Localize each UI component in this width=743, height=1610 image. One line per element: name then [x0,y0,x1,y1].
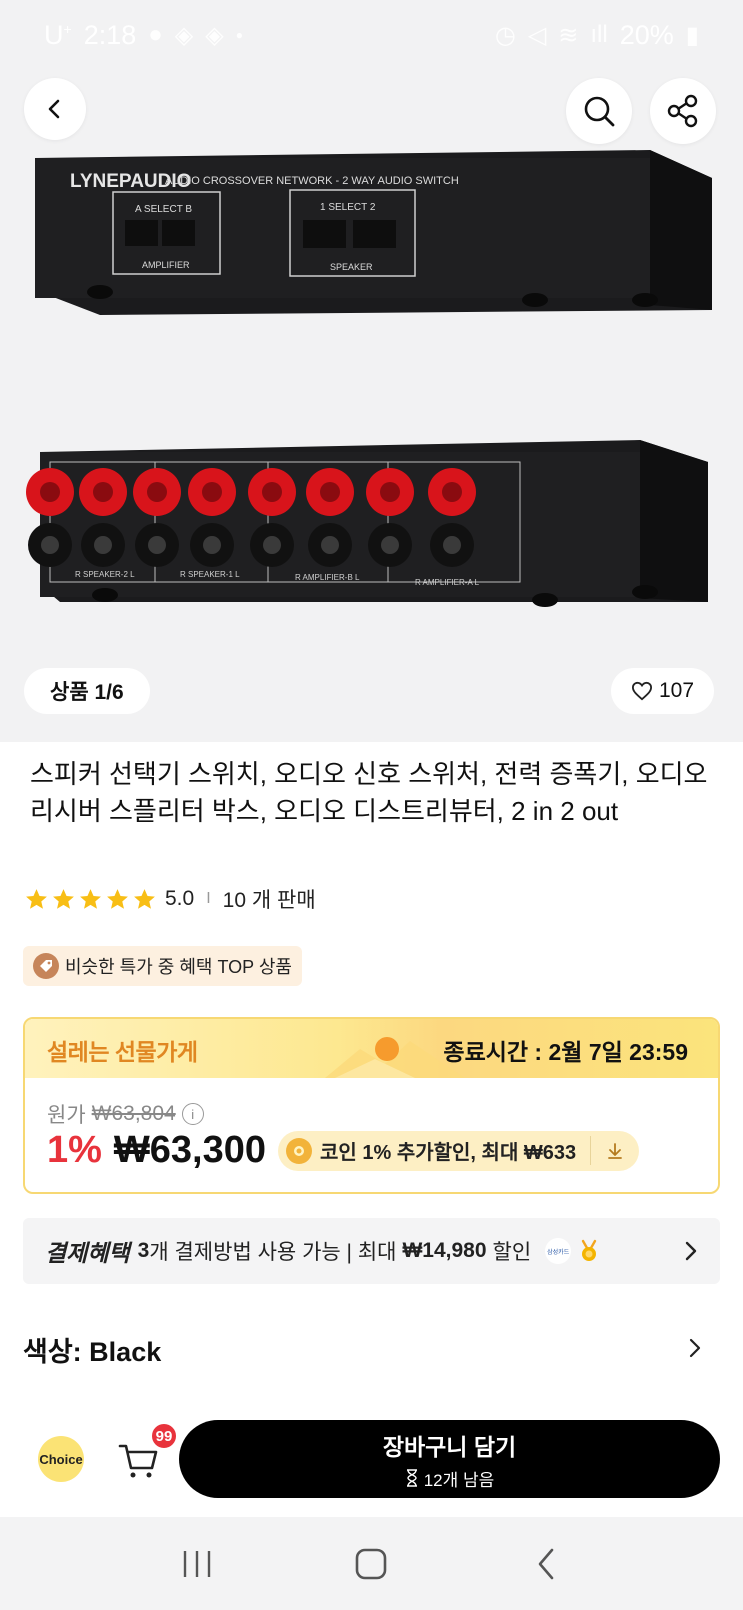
add-to-cart-label: 장바구니 담기 [382,1433,517,1460]
original-price: ₩63,804 [91,1102,176,1125]
carrier-label: U+ [44,19,72,50]
chat-icon: ● [148,21,163,48]
product-title: 스피커 선택기 스위치, 오디오 신호 스위처, 전력 증폭기, 오디오 리시버… [30,759,708,826]
share-icon [667,94,698,128]
promo-box: 설레는 선물가게 종료시간 : 2월 7일 23:59 원가 ₩63,804 i… [23,1017,720,1194]
home-icon [356,1548,387,1579]
system-back-button[interactable] [516,1534,576,1594]
original-price-label: 원가 [47,1104,86,1127]
benefit-tag-label: 비슷한 특가 중 혜택 TOP 상품 [65,957,292,977]
download-icon[interactable] [591,1141,639,1161]
layers-icon-2: ◈ [205,21,224,49]
amplifier-text: AMPLIFIER [142,260,190,270]
info-icon[interactable]: i [181,1103,204,1125]
speaker-text: SPEAKER [330,262,373,272]
payment-logos: 삼성카드 [545,1238,601,1264]
star-icon [80,888,101,909]
price-row: 1% ₩63,300 코인 1% 추가할인, 최대 ₩633 [47,1129,640,1172]
wifi-icon: ≋ [558,21,579,49]
image-counter: 상품 1/6 [24,668,150,714]
chevron-right-icon [685,1241,697,1261]
color-option[interactable]: 색상: Black [23,1330,720,1369]
star-icon [134,888,155,909]
star-icon [26,888,47,909]
promo-header: 설레는 선물가게 종료시간 : 2월 7일 23:59 [25,1019,718,1078]
stock-remaining: 12개 남음 [405,1466,495,1491]
clock: 2:18 [83,19,137,50]
wishlist-count: 107 [659,679,695,702]
rear-label-3: R AMPLIFIER-B L [295,573,360,582]
product-gallery[interactable]: U+ 2:18 ● ◈ ◈ ● ◷ ◁ ≋ ıll 20% ▮ LYNEPAUD… [0,0,743,742]
stock-remaining-label: 12개 남음 [423,1470,495,1490]
promo-end-time: 종료시간 : 2월 7일 23:59 [443,1039,688,1065]
benefit-tag: 비슷한 특가 중 혜택 TOP 상품 [23,946,302,986]
sold-count: 10 개 판매 [222,889,316,912]
original-price-row: 원가 ₩63,804 i [47,1099,204,1129]
search-button[interactable] [566,78,632,144]
notification-dot-icon: ● [235,28,243,42]
layers-icon: ◈ [174,21,194,49]
home-button[interactable] [341,1534,401,1594]
cart-count-badge: 99 [150,1422,178,1450]
recent-apps-icon [183,1550,211,1577]
samsung-card-logo: 삼성카드 [545,1238,572,1264]
chevron-left-icon [48,99,60,119]
tag-icon [33,953,59,979]
back-icon [538,1548,554,1579]
signal-icon: ıll [590,21,608,48]
payment-benefit-label: 결제혜택 [45,1240,130,1266]
rear-label-2: R SPEAKER-1 L [180,570,240,579]
back-button[interactable] [24,78,86,140]
wishlist-button[interactable]: 107 [611,668,715,714]
star-rating [24,887,157,912]
recent-apps-button[interactable] [167,1534,227,1594]
add-to-cart-button[interactable]: 장바구니 담기 12개 남음 [179,1420,720,1498]
star-icon [107,888,128,909]
coin-discount-button[interactable]: 코인 1% 추가할인, 최대 ₩633 [278,1130,640,1171]
search-icon [584,96,615,127]
medal-icon [581,1239,597,1261]
payment-method-count: 3 [137,1239,150,1262]
sale-price: ₩63,300 [113,1129,267,1171]
payment-max-amount: ₩14,980 [402,1239,487,1262]
mute-icon: ◁ [527,21,547,49]
select-ab-text: A SELECT B [135,204,192,215]
discount-percent: 1% [47,1129,102,1171]
rating-value: 5.0 [165,887,195,910]
payment-suffix: 할인 [492,1241,532,1264]
model-text: AUDIO CROSSOVER NETWORK - 2 WAY AUDIO SW… [165,175,459,187]
share-button[interactable] [650,78,716,144]
coin-icon [286,1137,313,1164]
rear-label-1: R SPEAKER-2 L [75,570,135,579]
rating-separator: I [206,890,211,907]
heart-icon [631,681,653,701]
rating-row[interactable]: 5.0 I 10 개 판매 [24,884,316,914]
hourglass-icon [406,1469,417,1487]
payment-benefits[interactable]: 결제혜택 3 개 결제방법 사용 가능 | 최대 ₩14,980 할인 삼성카드 [23,1218,720,1284]
rear-label-4: R AMPLIFIER-A L [415,578,480,587]
choice-badge[interactable]: Choice [38,1436,84,1482]
battery-level: 20% [619,19,674,50]
promo-title: 설레는 선물가게 [47,1039,198,1065]
status-bar: U+ 2:18 ● ◈ ◈ ● ◷ ◁ ≋ ıll 20% ▮ [0,0,743,70]
alarm-icon: ◷ [494,21,516,49]
chevron-right-icon[interactable] [683,1336,705,1360]
select-12-text: 1 SELECT 2 [320,202,376,213]
system-navigation-bar [0,1517,743,1610]
payment-text: 개 결제방법 사용 가능 | 최대 [149,1241,397,1264]
star-icon [53,888,74,909]
product-image[interactable]: LYNEPAUDIO AUDIO CROSSOVER NETWORK - 2 W… [0,140,743,640]
coin-discount-label: 코인 1% 추가할인, 최대 ₩633 [320,1136,592,1165]
battery-icon: ▮ [685,21,699,49]
